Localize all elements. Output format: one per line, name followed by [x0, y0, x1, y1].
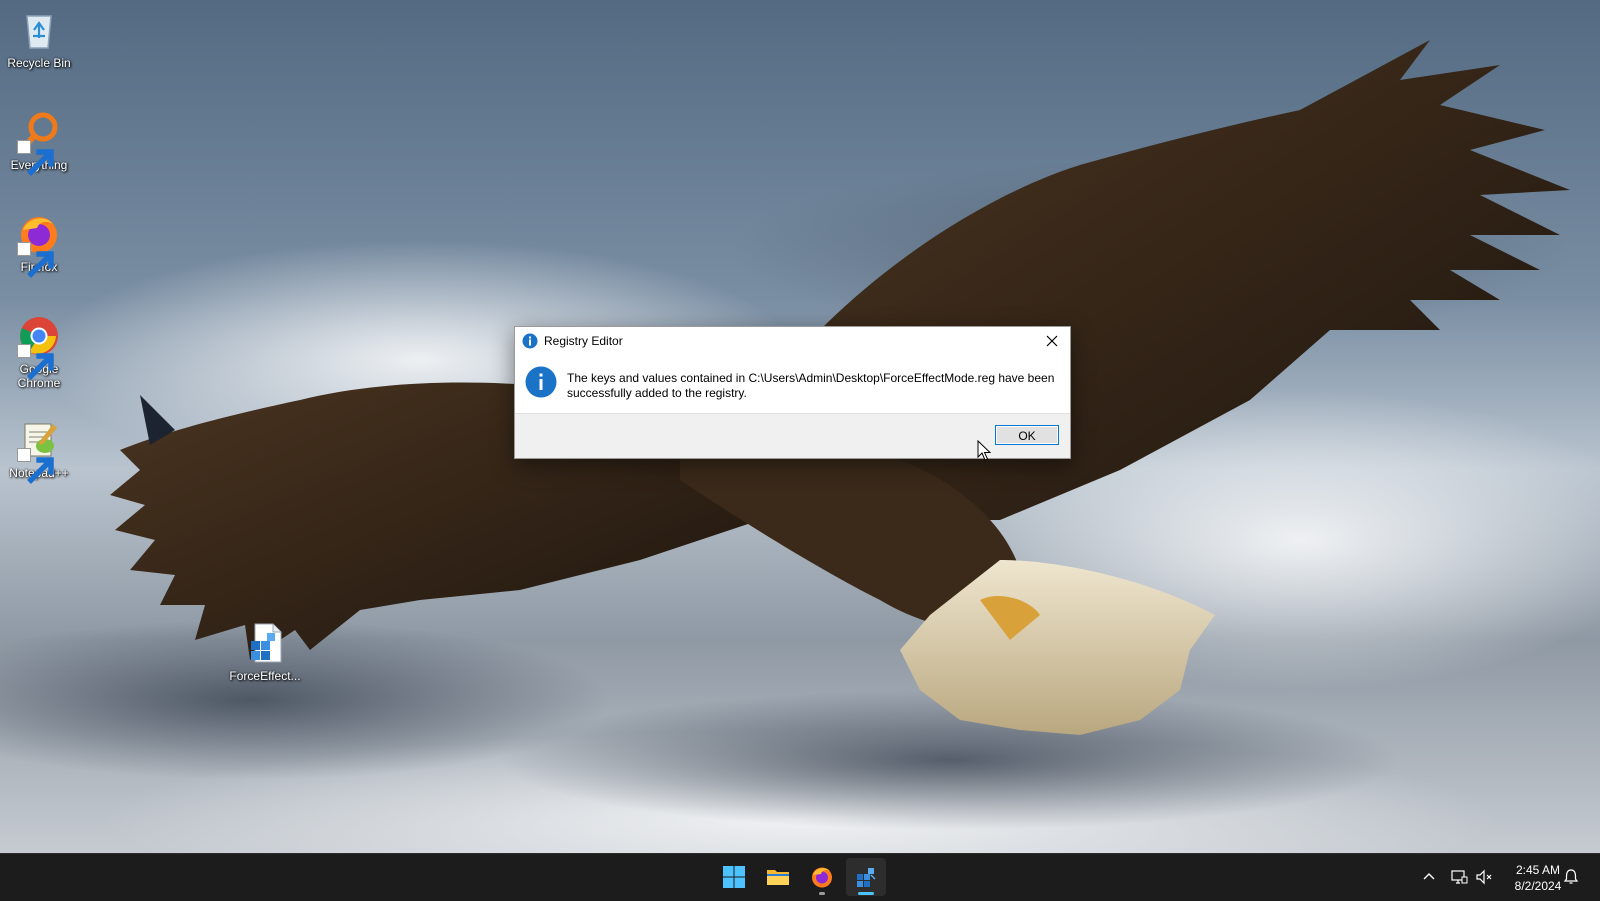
taskbar-start-button[interactable]: [714, 858, 754, 896]
dialog-message: The keys and values contained in C:\User…: [567, 371, 1055, 400]
dialog-body: The keys and values contained in C:\User…: [515, 355, 1070, 410]
desktop-icon-label: ForceEffect...: [229, 669, 301, 683]
folder-icon: [767, 870, 789, 885]
dialog-titlebar[interactable]: Registry Editor: [515, 327, 1070, 355]
magnifier-icon: [17, 110, 61, 176]
close-icon: [1046, 335, 1058, 347]
shortcut-arrow-icon: [17, 140, 54, 176]
running-indicator: [819, 892, 825, 895]
firefox-icon: [812, 867, 832, 888]
taskbar-registry-editor[interactable]: [846, 858, 886, 896]
shortcut-arrow-icon: [17, 242, 54, 278]
desktop-icon-recycle-bin[interactable]: Recycle Bin: [0, 8, 78, 70]
desktop-icon-firefox[interactable]: Firefox: [0, 212, 78, 278]
registry-editor-icon: [857, 868, 876, 887]
windows-logo-icon: [723, 866, 745, 888]
active-indicator: [858, 892, 874, 895]
desktop-icon-force-effect-file[interactable]: ForceEffect...: [226, 621, 304, 683]
info-icon: [522, 333, 538, 349]
taskbar: 2:45 AM 8/2/2024: [0, 853, 1600, 901]
speaker-muted-icon[interactable]: [1475, 868, 1493, 886]
network-icon[interactable]: [1450, 868, 1468, 886]
bell-icon[interactable]: [1562, 868, 1580, 886]
info-icon: [525, 366, 557, 398]
taskbar-firefox[interactable]: [802, 858, 842, 896]
shortcut-arrow-icon: [17, 448, 54, 484]
firefox-icon: [17, 212, 61, 278]
desktop-icon-label: Recycle Bin: [7, 56, 71, 70]
chevron-up-icon[interactable]: [1420, 868, 1438, 886]
chrome-icon: [17, 314, 61, 380]
recycle-bin-icon: [17, 8, 61, 52]
registry-file-icon: [243, 621, 287, 665]
desktop-icon-google-chrome[interactable]: Google Chrome: [0, 314, 78, 390]
desktop-icon-notepad-plus-plus[interactable]: Notepad++: [0, 418, 78, 484]
taskbar-file-explorer[interactable]: [758, 858, 798, 896]
ok-button[interactable]: OK: [995, 425, 1059, 445]
dialog-title: Registry Editor: [544, 334, 623, 348]
shortcut-arrow-icon: [17, 344, 54, 380]
mouse-pointer-icon: [977, 440, 991, 461]
desktop-icon-everything[interactable]: Everything: [0, 110, 78, 176]
notepad-plus-plus-icon: [17, 418, 61, 484]
close-button[interactable]: [1034, 327, 1070, 355]
